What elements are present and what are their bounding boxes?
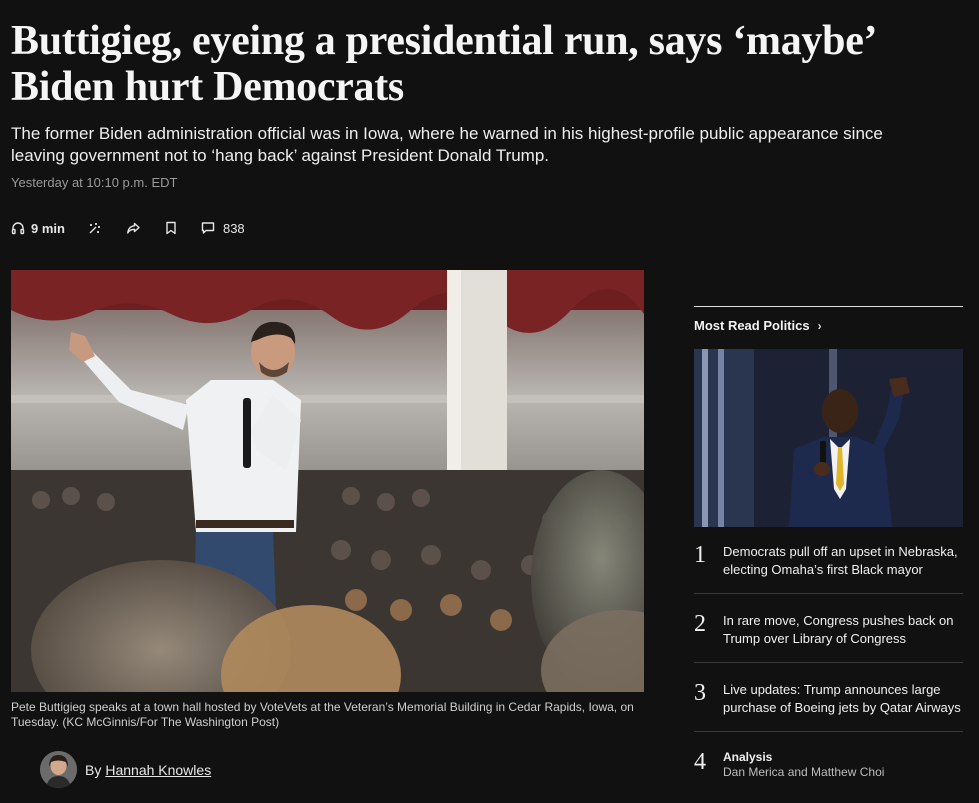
share-button[interactable] — [126, 218, 141, 238]
most-read-sidebar: Most Read Politics › 1 Democrats pull of… — [694, 306, 963, 803]
analysis-kicker: Analysis — [723, 750, 773, 764]
save-article-button[interactable] — [165, 218, 177, 238]
most-read-headline[interactable]: In rare move, Congress pushes back on Tr… — [723, 612, 963, 648]
listen-duration: 9 min — [31, 220, 65, 236]
chevron-right-icon: › — [817, 318, 822, 333]
most-read-header[interactable]: Most Read Politics › — [694, 318, 963, 333]
article-headline: Buttigieg, eyeing a presidential run, sa… — [11, 18, 875, 110]
bookmark-icon — [165, 221, 177, 235]
most-read-photo[interactable] — [694, 349, 963, 527]
share-arrow-icon — [126, 221, 141, 235]
lead-photo — [11, 270, 644, 692]
article-timestamp: Yesterday at 10:10 p.m. EDT — [11, 175, 178, 190]
listen-button[interactable]: 9 min — [11, 218, 65, 238]
comments-count: 838 — [222, 220, 245, 236]
most-read-title: Most Read Politics — [694, 318, 810, 333]
most-read-item[interactable]: 2 In rare move, Congress pushes back on … — [694, 610, 963, 663]
most-read-item[interactable]: 3 Live updates: Trump announces large pu… — [694, 679, 963, 732]
comment-bubble-icon — [201, 221, 215, 235]
most-read-headline[interactable]: Democrats pull off an upset in Nebraska,… — [723, 543, 963, 579]
article-toolbar: 9 min 838 — [11, 218, 245, 238]
rank-number: 2 — [694, 611, 706, 637]
article-dek: The former Biden administration official… — [11, 124, 883, 165]
most-read-authors[interactable]: Dan Merica and Matthew Choi — [723, 764, 884, 780]
rank-number: 4 — [694, 749, 706, 775]
most-read-item[interactable]: 1 Democrats pull off an upset in Nebrask… — [694, 541, 963, 594]
most-read-headline[interactable]: Live updates: Trump announces large purc… — [723, 681, 963, 717]
gift-article-button[interactable] — [87, 218, 102, 238]
author-avatar[interactable] — [40, 751, 77, 788]
rank-number: 3 — [694, 680, 706, 706]
author-link[interactable]: Hannah Knowles — [105, 762, 211, 778]
comments-button[interactable]: 838 — [201, 218, 245, 238]
photo-caption: Pete Buttigieg speaks at a town hall hos… — [11, 700, 634, 729]
byline-prefix: By — [85, 761, 102, 778]
gift-sparkle-icon — [87, 221, 102, 236]
rank-number: 1 — [694, 542, 706, 568]
most-read-list: 1 Democrats pull off an upset in Nebrask… — [694, 541, 963, 794]
most-read-item[interactable]: 4 Analysis Dan Merica and Matthew Choi — [694, 748, 963, 794]
headphones-icon — [11, 221, 25, 235]
byline: By Hannah Knowles — [40, 751, 211, 788]
